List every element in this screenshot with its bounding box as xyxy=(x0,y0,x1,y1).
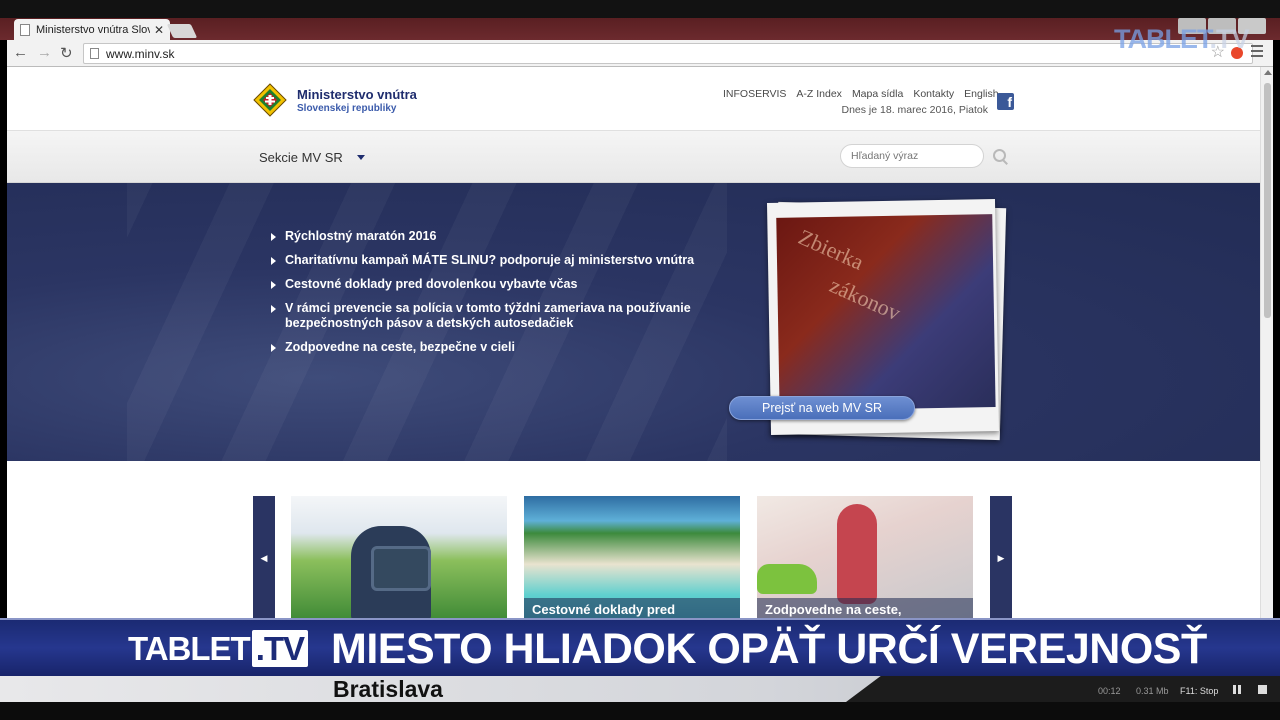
web-page: Ministerstvo vnútra Slovenskej republiky… xyxy=(7,67,1260,627)
recording-time: 00:12 xyxy=(1098,686,1121,696)
photo-texture: zákonov xyxy=(826,272,905,326)
news-item[interactable]: Zodpovedne na ceste, bezpečne v cieli xyxy=(271,340,711,355)
org-subtitle[interactable]: Slovenskej republiky xyxy=(297,103,397,114)
new-tab-button[interactable] xyxy=(166,24,198,38)
url-field[interactable]: www.minv.sk xyxy=(83,43,1253,64)
tv-location: Bratislava xyxy=(333,676,443,702)
scroll-up-icon[interactable] xyxy=(1264,70,1272,75)
page-icon xyxy=(90,48,99,59)
link-az-index[interactable]: A-Z Index xyxy=(796,88,842,100)
thumb-figure xyxy=(837,504,877,604)
org-name[interactable]: Ministerstvo vnútra xyxy=(297,87,417,102)
ministry-emblem-icon[interactable] xyxy=(253,83,287,117)
sections-dropdown[interactable]: Sekcie MV SR xyxy=(259,150,365,165)
browser-menu-icon[interactable] xyxy=(1251,45,1263,59)
news-item[interactable]: V rámci prevencie sa polícia v tomto týž… xyxy=(271,301,711,331)
sections-label: Sekcie MV SR xyxy=(259,150,343,165)
browser-tab[interactable]: Ministerstvo vnútra Slove ✕ xyxy=(14,19,170,40)
address-bar-row: ← → ↻ www.minv.sk ☆ xyxy=(7,40,1273,67)
visit-website-button[interactable]: Prejsť na web MV SR xyxy=(729,396,915,420)
current-date: Dnes je 18. marec 2016, Piatok xyxy=(841,104,989,116)
news-carousel: ◀ Cestovné doklady pred Zodpovedne na ce… xyxy=(7,461,1260,627)
url-text: www.minv.sk xyxy=(106,47,175,61)
link-english[interactable]: English xyxy=(964,88,998,100)
news-item[interactable]: Rýchlostný maratón 2016 xyxy=(271,229,711,244)
link-infoservis[interactable]: INFOSERVIS xyxy=(723,88,786,100)
logo-main: TABLET xyxy=(128,630,251,667)
facebook-icon[interactable]: f xyxy=(997,93,1014,110)
search-input[interactable] xyxy=(840,144,984,168)
carousel-item-radar[interactable] xyxy=(291,496,507,620)
carousel-caption: Cestovné doklady pred xyxy=(524,598,740,620)
thumb-radar-gun xyxy=(371,546,431,591)
tv-lower-third: TABLET .TV MIESTO HLIADOK OPÄŤ URČÍ VEREJ… xyxy=(0,618,1280,720)
tablet-tv-logo: TABLET .TV xyxy=(128,630,309,667)
scrollbar-thumb[interactable] xyxy=(1264,83,1271,318)
search-icon[interactable] xyxy=(993,149,1006,162)
link-site-map[interactable]: Mapa sídla xyxy=(852,88,903,100)
watermark-main: TABLET xyxy=(1114,24,1210,54)
hero-banner: Rýchlostný maratón 2016 Charitatívnu kam… xyxy=(7,183,1260,461)
bottom-strip xyxy=(0,702,1280,720)
tab-close-icon[interactable]: ✕ xyxy=(154,23,164,37)
stop-icon[interactable] xyxy=(1258,685,1267,694)
news-list: Rýchlostný maratón 2016 Charitatívnu kam… xyxy=(271,229,711,364)
chevron-down-icon xyxy=(356,155,365,160)
recording-size: 0.31 Mb xyxy=(1136,686,1169,696)
carousel-caption: Zodpovedne na ceste, xyxy=(757,598,973,620)
news-item[interactable]: Charitatívnu kampaň MÁTE SLINU? podporuj… xyxy=(271,253,711,268)
tablet-tv-watermark: TABLET.TV xyxy=(1114,24,1250,54)
page-icon xyxy=(20,23,30,36)
link-contacts[interactable]: Kontakty xyxy=(913,88,954,100)
nav-strip: Sekcie MV SR xyxy=(7,130,1260,183)
pause-icon[interactable] xyxy=(1233,685,1241,694)
forward-icon[interactable]: → xyxy=(37,44,52,61)
photo-texture: Zbierka xyxy=(794,224,868,275)
logo-tv: .TV xyxy=(251,630,309,667)
browser-tab-bar: Ministerstvo vnútra Slove ✕ xyxy=(0,0,1280,40)
top-links: INFOSERVIS A-Z Index Mapa sídla Kontakty… xyxy=(723,88,999,100)
thumb-car xyxy=(757,564,817,594)
site-header: Ministerstvo vnútra Slovenskej republiky… xyxy=(7,67,1260,130)
page-scrollbar[interactable] xyxy=(1260,67,1273,627)
carousel-next-button[interactable]: ▶ xyxy=(990,496,1012,620)
news-item[interactable]: Cestovné doklady pred dovolenkou vybavte… xyxy=(271,277,711,292)
reload-icon[interactable]: ↻ xyxy=(60,44,73,62)
tv-headline: MIESTO HLIADOK OPÄŤ URČÍ VEREJNOSŤ xyxy=(331,625,1207,673)
carousel-item-travel[interactable]: Cestovné doklady pred xyxy=(524,496,740,620)
carousel-prev-button[interactable]: ◀ xyxy=(253,496,275,620)
stop-hotkey-label[interactable]: F11: Stop xyxy=(1180,686,1218,696)
back-icon[interactable]: ← xyxy=(13,44,28,61)
law-book-photo: Zbierka zákonov xyxy=(776,214,996,411)
tab-title: Ministerstvo vnútra Slove xyxy=(36,23,150,36)
carousel-item-road-safety[interactable]: Zodpovedne na ceste, xyxy=(757,496,973,620)
watermark-tv: .TV xyxy=(1209,24,1250,54)
